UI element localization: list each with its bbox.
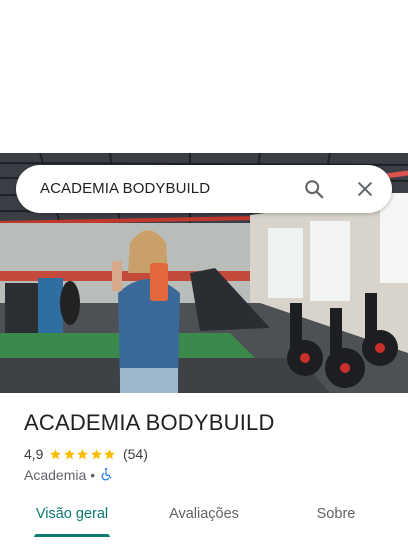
star-icon	[50, 448, 62, 459]
star-icon	[91, 448, 102, 459]
separator-dot: •	[90, 467, 96, 483]
category-row: Academia •	[24, 465, 113, 485]
active-tab-indicator	[34, 534, 110, 537]
star-icon	[77, 448, 89, 459]
place-category: Academia	[24, 467, 87, 483]
tab-about[interactable]: Sobre	[306, 494, 366, 534]
close-icon[interactable]	[349, 173, 381, 205]
search-input[interactable]: ACADEMIA BODYBUILD	[40, 165, 210, 213]
star-icon	[104, 448, 116, 459]
rating-stars	[49, 448, 117, 461]
review-count[interactable]: (54)	[123, 446, 148, 462]
rating-row[interactable]: 4,9 (54)	[24, 444, 148, 464]
search-bar[interactable]: ACADEMIA BODYBUILD	[16, 165, 392, 213]
search-icon[interactable]	[298, 173, 330, 205]
rating-value: 4,9	[24, 446, 44, 462]
place-tabs: Visão geral Avaliações Sobre	[0, 494, 408, 546]
map-blank-area	[0, 0, 408, 153]
star-icon	[64, 448, 75, 459]
place-title: ACADEMIA BODYBUILD	[24, 410, 275, 435]
tab-overview[interactable]: Visão geral	[34, 494, 110, 534]
wheelchair-icon	[99, 467, 113, 484]
tab-reviews[interactable]: Avaliações	[160, 494, 248, 534]
